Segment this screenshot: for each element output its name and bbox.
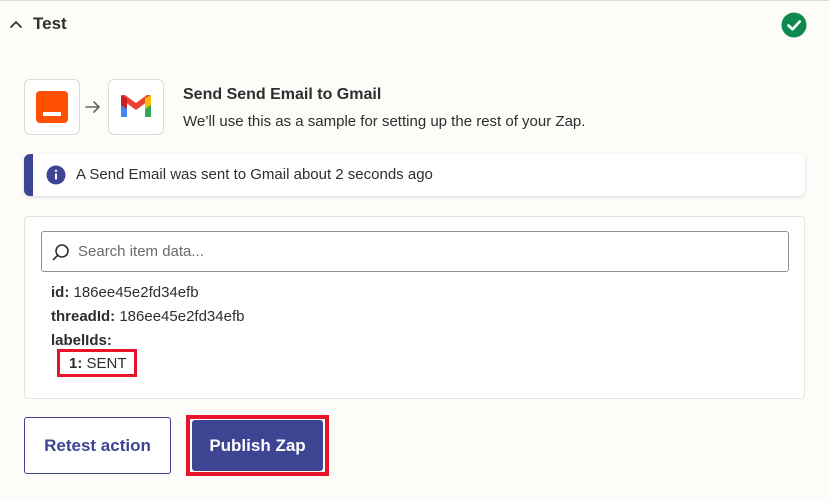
label-id-item-highlighted: 1: SENT bbox=[57, 349, 137, 377]
section-header[interactable]: Test bbox=[0, 0, 829, 50]
data-row-label-ids: labelIds: bbox=[51, 332, 112, 349]
search-input[interactable] bbox=[78, 232, 778, 271]
data-key: labelIds: bbox=[51, 332, 112, 349]
item-data-panel: id: 186ee45e2fd34efb threadId: 186ee45e2… bbox=[24, 216, 805, 399]
data-value: SENT bbox=[86, 355, 127, 372]
info-icon bbox=[46, 165, 66, 185]
data-key: threadId: bbox=[51, 308, 116, 325]
data-row-thread-id: threadId: 186ee45e2fd34efb bbox=[51, 308, 244, 325]
retest-action-button[interactable]: Retest action bbox=[24, 417, 171, 474]
gmail-icon bbox=[121, 95, 151, 117]
data-value: 186ee45e2fd34efb bbox=[119, 308, 245, 325]
data-key: 1: bbox=[69, 355, 83, 372]
source-app-tile bbox=[24, 79, 80, 135]
section-title: Test bbox=[33, 14, 67, 33]
data-value: 186ee45e2fd34efb bbox=[73, 284, 199, 301]
gmail-app-tile bbox=[108, 79, 164, 135]
info-banner-text: A Send Email was sent to Gmail about 2 s… bbox=[76, 166, 433, 183]
data-row-id: id: 186ee45e2fd34efb bbox=[51, 284, 199, 301]
search-box[interactable] bbox=[41, 231, 789, 272]
zap-test-section: Test Send Send Email to Gmail We’ll use … bbox=[0, 0, 829, 501]
check-circle-icon bbox=[781, 12, 807, 38]
data-key: id: bbox=[51, 284, 70, 301]
publish-zap-button[interactable]: Publish Zap bbox=[192, 420, 323, 471]
arrow-right-icon bbox=[85, 101, 100, 113]
info-banner: A Send Email was sent to Gmail about 2 s… bbox=[24, 154, 805, 196]
chevron-up-icon[interactable] bbox=[8, 16, 24, 32]
step-title: Send Send Email to Gmail bbox=[183, 86, 382, 103]
search-icon bbox=[52, 244, 69, 261]
email-by-zapier-icon bbox=[36, 91, 68, 123]
step-subtitle: We’ll use this as a sample for setting u… bbox=[183, 113, 586, 130]
